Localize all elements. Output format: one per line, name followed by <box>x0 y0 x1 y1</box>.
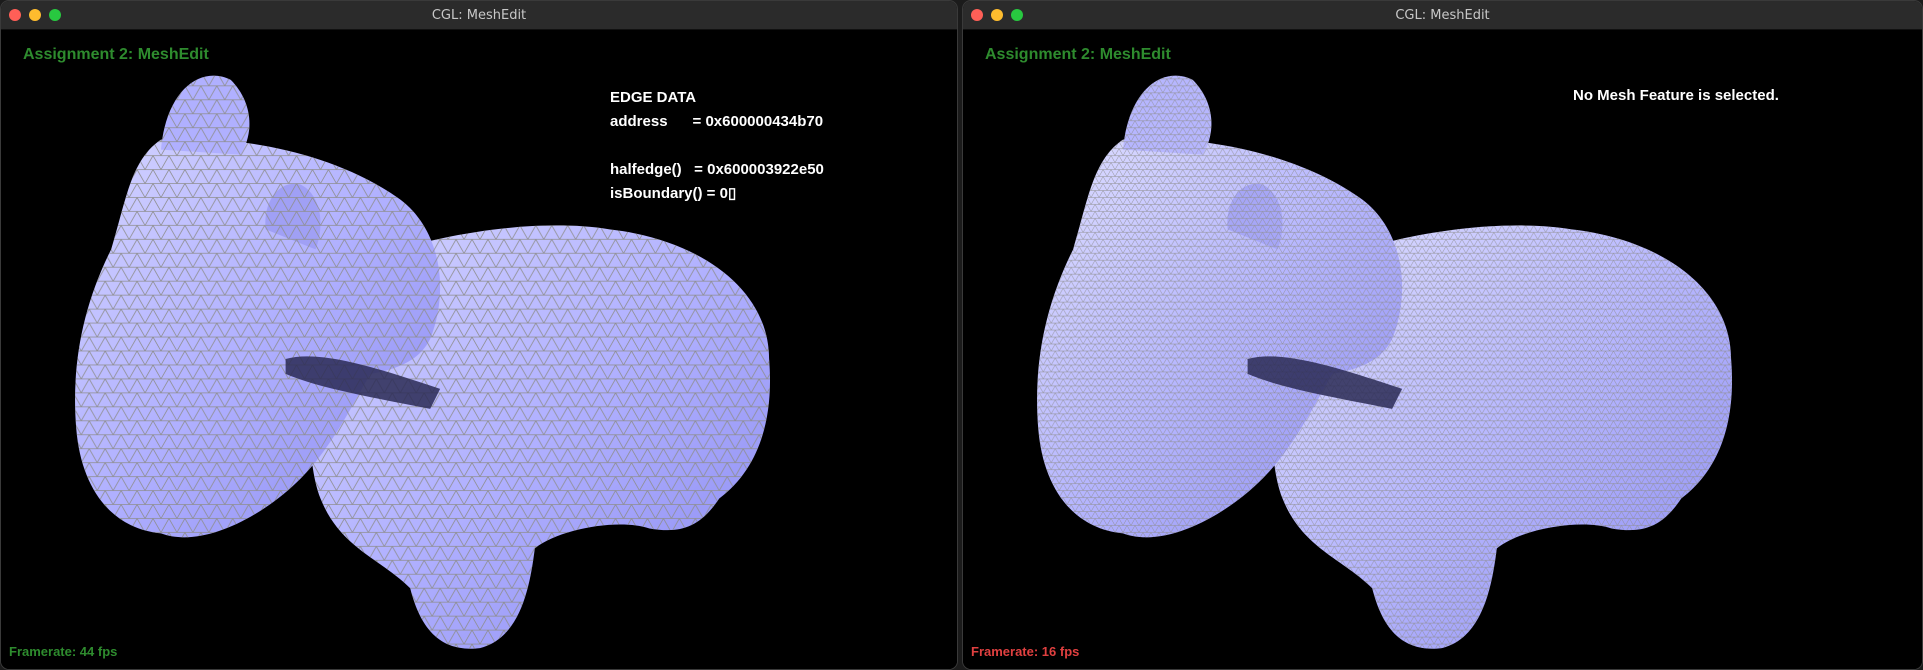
close-icon[interactable] <box>971 9 983 21</box>
edge-halfedge: halfedge() = 0x600003922e50 <box>610 161 824 178</box>
window-title: CGL: MeshEdit <box>1395 7 1490 23</box>
edge-data-panel: EDGE DATA address = 0x600000434b70 halfe… <box>610 86 824 206</box>
maximize-icon[interactable] <box>49 9 61 21</box>
mesh-render[interactable] <box>963 30 1922 669</box>
minimize-icon[interactable] <box>991 9 1003 21</box>
maximize-icon[interactable] <box>1011 9 1023 21</box>
edge-is-boundary: isBoundary() = 0▯ <box>610 185 737 202</box>
close-icon[interactable] <box>9 9 21 21</box>
edge-address: address = 0x600000434b70 <box>610 113 824 130</box>
app-title: Assignment 2: MeshEdit <box>23 46 209 63</box>
app-title: Assignment 2: MeshEdit <box>985 46 1171 63</box>
meshedit-window-left: CGL: MeshEdit Assignment 2: MeshEdit EDG… <box>0 0 958 670</box>
minimize-icon[interactable] <box>29 9 41 21</box>
traffic-lights <box>971 9 1023 21</box>
title-bar[interactable]: CGL: MeshEdit <box>1 1 957 30</box>
framerate-label: Framerate: 44 fps <box>9 644 118 659</box>
mesh-viewport[interactable]: Assignment 2: MeshEdit No Mesh Feature i… <box>963 30 1922 669</box>
selection-status: No Mesh Feature is selected. <box>1573 87 1779 104</box>
framerate-label: Framerate: 16 fps <box>971 644 1080 659</box>
meshedit-window-right: CGL: MeshEdit Assignment 2: MeshEdit No … <box>962 0 1923 670</box>
window-title: CGL: MeshEdit <box>431 7 527 23</box>
traffic-lights <box>9 9 61 21</box>
title-bar[interactable]: CGL: MeshEdit <box>963 1 1922 30</box>
mesh-viewport[interactable]: Assignment 2: MeshEdit EDGE DATA address… <box>1 30 957 669</box>
edge-data-heading: EDGE DATA <box>610 89 697 106</box>
